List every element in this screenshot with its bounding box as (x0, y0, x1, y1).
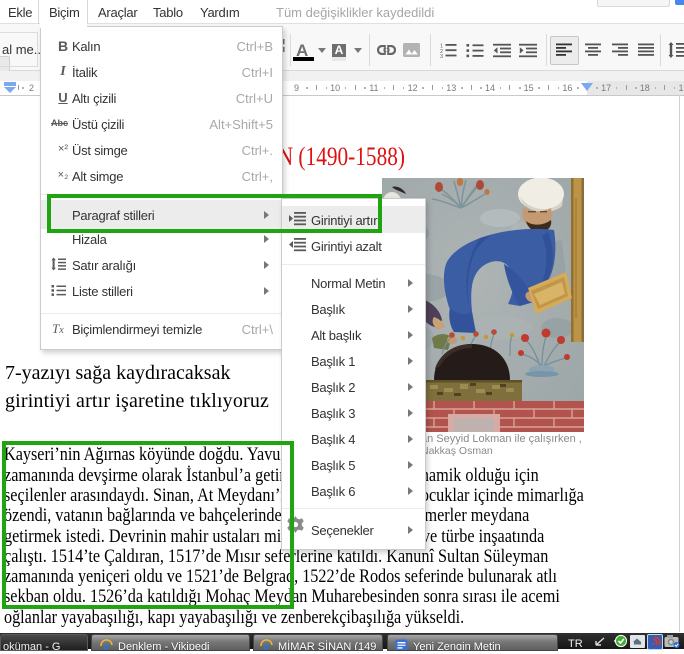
svg-text:3: 3 (440, 54, 443, 58)
